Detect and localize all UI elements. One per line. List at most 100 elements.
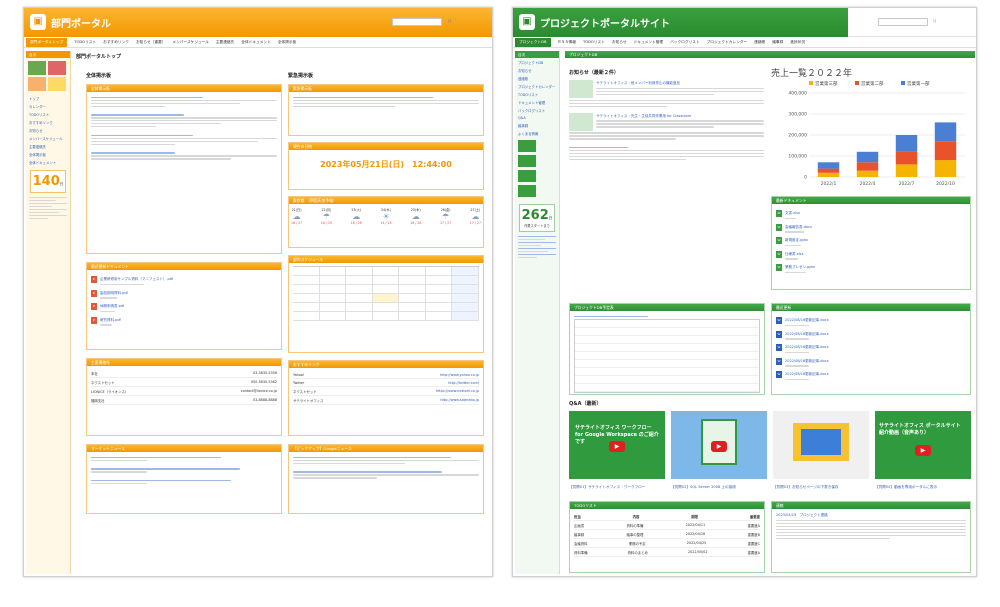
qa-caption[interactable]: 【質問02】SQL Server 2008 上の接続 xyxy=(671,485,736,490)
calendar-cell[interactable] xyxy=(293,267,320,276)
calendar-cell[interactable] xyxy=(293,285,320,294)
calendar-cell[interactable] xyxy=(425,303,453,312)
nav-item[interactable]: TODOリスト xyxy=(74,40,96,45)
notice-link[interactable]: サテライトオフィス・他メンバー利用停止の機能追加 xyxy=(596,81,764,86)
calendar-cell[interactable] xyxy=(425,267,453,276)
calendar-cell[interactable] xyxy=(346,294,373,303)
sidebar-item[interactable]: トップ xyxy=(26,94,70,102)
qa-video-thumb-3[interactable] xyxy=(773,411,869,479)
app-tile-icon[interactable] xyxy=(48,77,66,91)
table-cell[interactable]: https://www.nextset.co.jp xyxy=(436,389,479,394)
nav-item[interactable]: 連絡帳 xyxy=(754,40,765,45)
calendar-cell[interactable] xyxy=(372,285,400,294)
calendar-cell[interactable] xyxy=(399,276,426,285)
search-link[interactable]: 〉〉 xyxy=(448,19,453,24)
todo-row[interactable]: 企画書 資料の準備 2022/04/11 重要度A xyxy=(574,521,760,530)
doc-link[interactable]: 新規設定.pptx xyxy=(785,238,808,243)
todo-row[interactable]: 会議資料 業務の予定 2022/04/25 重要度C xyxy=(574,539,760,548)
sidebar-item[interactable]: よくある情報 xyxy=(515,129,559,137)
post-link[interactable]: 2022/08/16更新記事.docx xyxy=(785,359,829,364)
doc-link[interactable]: 業務プレゼン.pptx xyxy=(785,265,815,270)
todo-row[interactable]: 資料準備 資料のまとめ 2022/05/02 重要度A xyxy=(574,548,760,557)
nav-item[interactable]: 進捗状況 xyxy=(790,40,805,45)
calendar-cell[interactable] xyxy=(319,267,347,276)
sidebar-item[interactable]: 連絡帳 xyxy=(515,74,559,82)
sidebar-item[interactable]: メンバースケジュール xyxy=(26,134,70,142)
table-cell[interactable]: http://www.sateraito.jp xyxy=(440,398,479,403)
calendar-cell[interactable] xyxy=(372,303,400,312)
sidebar-item[interactable]: プロジェクトカレンダー xyxy=(515,82,559,90)
qa-caption[interactable]: 【質問01】サテライトオフィス・ワークフロー xyxy=(569,485,645,490)
calendar-cell[interactable] xyxy=(399,285,426,294)
app-tile-icon[interactable] xyxy=(48,61,66,75)
play-icon[interactable]: ▶ xyxy=(609,441,625,452)
play-icon[interactable]: ▶ xyxy=(915,445,931,456)
sidebar-item[interactable]: 主要連絡先 xyxy=(26,142,70,150)
sidebar-item[interactable]: お知らせ xyxy=(515,66,559,74)
post-link[interactable]: 2022/08/16更新記事.docx xyxy=(785,345,829,350)
app-tile-icon[interactable] xyxy=(518,155,536,167)
search-input[interactable] xyxy=(392,18,442,26)
search-link[interactable]: 〉〉 xyxy=(933,19,938,24)
sidebar-item[interactable]: TODOリスト xyxy=(26,110,70,118)
calendar-cell[interactable] xyxy=(372,267,400,276)
calendar-cell[interactable] xyxy=(319,303,347,312)
nav-item[interactable]: 全体掲示板 xyxy=(278,40,296,45)
qa-video-thumb-4[interactable]: サテライトオフィス ポータルサイト 紹介動画（音声あり） ▶ xyxy=(875,411,971,479)
sidebar-item[interactable]: プロジェクトDB xyxy=(515,58,559,66)
nav-item[interactable]: プロジェクトDB xyxy=(515,38,551,47)
doc-link[interactable]: 企業研修用サンプル資料（マニフェスト）.pdf xyxy=(100,277,173,282)
app-tile-icon[interactable] xyxy=(28,61,46,75)
calendar-cell[interactable] xyxy=(372,276,400,285)
doc-link[interactable]: 製品説明資料.pdf xyxy=(100,291,128,296)
calendar-cell[interactable] xyxy=(293,312,320,321)
nav-item[interactable]: おすすめリンク xyxy=(103,40,129,45)
calendar-cell[interactable] xyxy=(346,312,373,321)
nav-item[interactable]: お知らせ（重要） xyxy=(136,40,165,45)
sidebar-item[interactable]: 議事録 xyxy=(515,121,559,129)
calendar-cell[interactable] xyxy=(452,312,479,321)
calendar-cell[interactable] xyxy=(293,303,320,312)
app-tile-icon[interactable] xyxy=(518,140,536,152)
nav-item[interactable]: 議事録 xyxy=(772,40,783,45)
calendar-cell[interactable] xyxy=(319,312,347,321)
calendar-cell[interactable] xyxy=(425,285,453,294)
schedule-calendar[interactable] xyxy=(293,266,479,321)
sidebar-item[interactable]: TODOリスト xyxy=(515,90,559,98)
calendar-cell[interactable] xyxy=(346,303,373,312)
doc-link[interactable]: 会議報告書.docx xyxy=(785,225,812,230)
calendar-cell[interactable] xyxy=(346,285,373,294)
nav-item[interactable]: メンバースケジュール xyxy=(172,40,208,45)
doc-link[interactable]: 研究資料.pdf xyxy=(100,318,121,323)
table-cell[interactable]: http://www.yahoo.co.jp xyxy=(440,373,479,377)
nav-item[interactable]: バックログリスト xyxy=(670,40,700,45)
qa-caption[interactable]: 【質問04】動画を専用ポータルに表示 xyxy=(875,485,937,490)
nav-item[interactable]: 全体ドキュメント xyxy=(241,40,271,45)
schedule-table[interactable] xyxy=(574,318,760,393)
calendar-cell[interactable] xyxy=(425,294,453,303)
nav-item[interactable]: お知らせ xyxy=(612,40,627,45)
calendar-cell[interactable] xyxy=(425,312,453,321)
calendar-cell[interactable] xyxy=(319,276,347,285)
app-tile-icon[interactable] xyxy=(28,77,46,91)
calendar-cell[interactable] xyxy=(425,276,453,285)
sidebar-item[interactable]: おすすめリンク xyxy=(26,118,70,126)
post-link[interactable]: 2022/08/16更新記事.docx xyxy=(785,372,829,377)
sidebar-item[interactable]: 全体掲示板 xyxy=(26,150,70,158)
calendar-cell[interactable] xyxy=(346,267,373,276)
calendar-cell[interactable] xyxy=(452,285,479,294)
play-icon[interactable]: ▶ xyxy=(711,441,727,452)
post-link[interactable]: 2022/08/16更新記事.docx xyxy=(785,332,829,337)
notice-link[interactable]: サテライトオフィス・先生・生徒共同作業用 for Classroom xyxy=(596,114,764,119)
contact-heading-link[interactable]: 2023/04/19 プロジェクト連絡 xyxy=(776,513,966,518)
app-tile-icon[interactable] xyxy=(518,185,536,197)
todo-row[interactable]: 議事録 議事の整理 2022/04/18 重要度B xyxy=(574,530,760,539)
calendar-cell[interactable] xyxy=(452,294,479,303)
nav-item[interactable]: 主要連絡先 xyxy=(216,40,234,45)
calendar-cell[interactable] xyxy=(372,312,400,321)
doc-link[interactable]: 休暇申請書.pdf xyxy=(100,304,124,309)
nav-item[interactable]: プロジェクトカレンダー xyxy=(707,40,748,45)
sidebar-item[interactable]: ドキュメント管理 xyxy=(515,98,559,106)
sidebar-item[interactable]: 全体ドキュメント xyxy=(26,158,70,166)
calendar-cell[interactable] xyxy=(399,267,426,276)
